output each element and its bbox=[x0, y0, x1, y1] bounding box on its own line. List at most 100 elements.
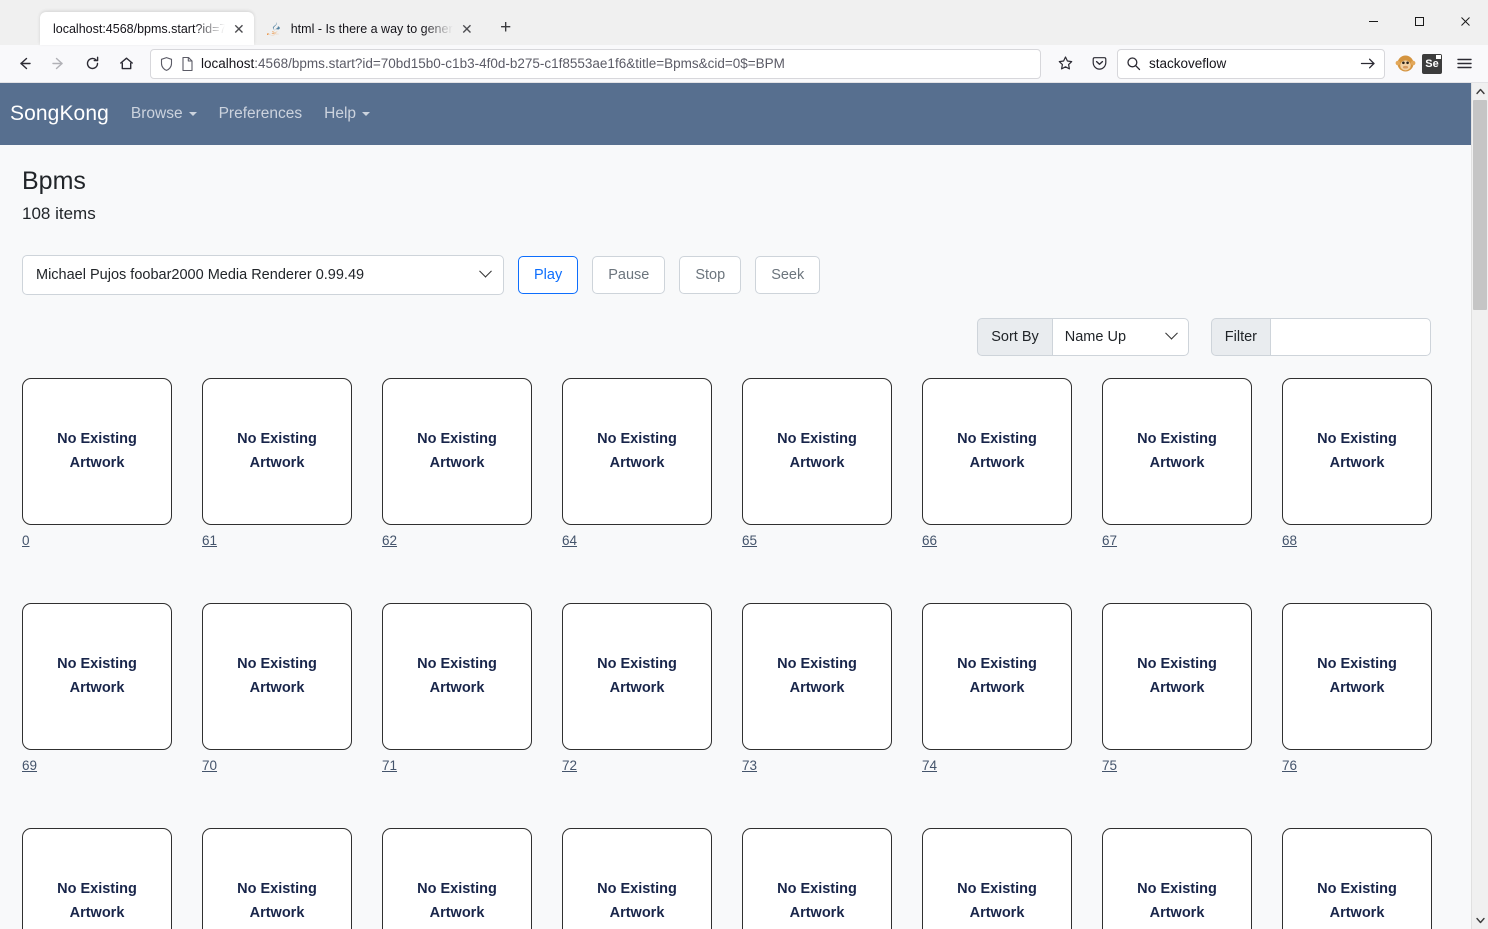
artwork-cell-link[interactable]: 66 bbox=[922, 533, 937, 548]
window-minimize-button[interactable] bbox=[1350, 0, 1396, 42]
new-tab-button[interactable]: + bbox=[490, 12, 522, 44]
url-bar[interactable]: localhost:4568/bpms.start?id=70bd15b0-c1… bbox=[150, 48, 1041, 79]
browser-tab-2[interactable]: html - Is there a way to generate ✕ bbox=[254, 12, 482, 45]
chevron-down-icon bbox=[188, 112, 197, 116]
artwork-cell-link[interactable]: 65 bbox=[742, 533, 757, 548]
artwork-placeholder[interactable]: No Existing Artwork bbox=[202, 603, 352, 750]
artwork-placeholder[interactable]: No Existing Artwork bbox=[562, 828, 712, 929]
search-go-icon[interactable] bbox=[1360, 56, 1376, 71]
renderer-select[interactable]: Michael Pujos foobar2000 Media Renderer … bbox=[22, 255, 504, 295]
back-button[interactable] bbox=[8, 48, 40, 80]
artwork-placeholder[interactable]: No Existing Artwork bbox=[742, 603, 892, 750]
artwork-cell-link[interactable]: 0 bbox=[22, 533, 30, 548]
url-text: localhost:4568/bpms.start?id=70bd15b0-c1… bbox=[201, 56, 1032, 71]
scrollbar-track[interactable] bbox=[1472, 100, 1488, 912]
app-menu-button[interactable] bbox=[1448, 48, 1480, 80]
artwork-placeholder[interactable]: No Existing Artwork bbox=[1282, 378, 1432, 525]
filter-input[interactable] bbox=[1270, 318, 1431, 356]
artwork-placeholder[interactable]: No Existing Artwork bbox=[742, 378, 892, 525]
artwork-cell-link[interactable]: 71 bbox=[382, 758, 397, 773]
browser-tab-1[interactable]: localhost:4568/bpms.start?id=70bd1 ✕ bbox=[40, 12, 254, 45]
window-close-button[interactable] bbox=[1442, 0, 1488, 42]
artwork-cell: No Existing Artwork 73 bbox=[742, 603, 892, 775]
browser-tab-2-close-icon[interactable]: ✕ bbox=[461, 22, 473, 36]
artwork-cell-link[interactable]: 75 bbox=[1102, 758, 1117, 773]
artwork-cell: No Existing Artwork 69 bbox=[22, 603, 172, 775]
artwork-cell-link[interactable]: 72 bbox=[562, 758, 577, 773]
artwork-placeholder-text: No Existing Artwork bbox=[597, 655, 677, 696]
page-scrollbar[interactable] bbox=[1471, 83, 1488, 929]
selenium-extension-label: Se bbox=[1425, 57, 1439, 70]
artwork-cell-link[interactable]: 70 bbox=[202, 758, 217, 773]
shield-icon[interactable] bbox=[159, 56, 174, 72]
monkey-icon[interactable] bbox=[1395, 53, 1416, 74]
artwork-placeholder[interactable]: No Existing Artwork bbox=[1102, 828, 1252, 929]
artwork-placeholder[interactable]: No Existing Artwork bbox=[922, 603, 1072, 750]
bookmark-star-icon[interactable] bbox=[1049, 48, 1081, 80]
artwork-placeholder[interactable]: No Existing Artwork bbox=[382, 378, 532, 525]
selenium-extension-icon[interactable]: Se bbox=[1422, 53, 1442, 74]
page-icon[interactable] bbox=[181, 56, 194, 72]
artwork-placeholder-text: No Existing Artwork bbox=[1317, 430, 1397, 471]
artwork-cell-link[interactable]: 67 bbox=[1102, 533, 1117, 548]
artwork-placeholder[interactable]: No Existing Artwork bbox=[1282, 828, 1432, 929]
artwork-placeholder[interactable]: No Existing Artwork bbox=[922, 378, 1072, 525]
nav-item-browse[interactable]: Browse bbox=[131, 105, 197, 123]
artwork-placeholder[interactable]: No Existing Artwork bbox=[202, 828, 352, 929]
artwork-cell-link[interactable]: 69 bbox=[22, 758, 37, 773]
pocket-icon[interactable] bbox=[1083, 48, 1115, 80]
extension-icons: Se bbox=[1387, 48, 1480, 80]
artwork-cell-link[interactable]: 62 bbox=[382, 533, 397, 548]
artwork-placeholder-text: No Existing Artwork bbox=[237, 880, 317, 921]
artwork-cell-link[interactable]: 64 bbox=[562, 533, 577, 548]
artwork-placeholder[interactable]: No Existing Artwork bbox=[562, 603, 712, 750]
item-count: 108 items bbox=[22, 204, 96, 223]
artwork-placeholder[interactable]: No Existing Artwork bbox=[22, 828, 172, 929]
sort-by-group: Sort By Name Up bbox=[977, 318, 1189, 356]
artwork-cell: No Existing Artwork 67 bbox=[1102, 378, 1252, 550]
window-maximize-button[interactable] bbox=[1396, 0, 1442, 42]
artwork-cell-link[interactable]: 74 bbox=[922, 758, 937, 773]
artwork-placeholder-text: No Existing Artwork bbox=[1137, 880, 1217, 921]
artwork-placeholder[interactable]: No Existing Artwork bbox=[202, 378, 352, 525]
nav-item-preferences[interactable]: Preferences bbox=[219, 105, 303, 123]
sort-by-select[interactable]: Name Up bbox=[1051, 318, 1189, 356]
nav-item-help[interactable]: Help bbox=[324, 105, 371, 123]
scroll-down-button[interactable] bbox=[1472, 912, 1488, 929]
browser-tab-1-close-icon[interactable]: ✕ bbox=[233, 22, 245, 36]
artwork-placeholder[interactable]: No Existing Artwork bbox=[742, 828, 892, 929]
artwork-cell-link[interactable]: 61 bbox=[202, 533, 217, 548]
reload-button[interactable] bbox=[76, 48, 108, 80]
artwork-placeholder[interactable]: No Existing Artwork bbox=[382, 828, 532, 929]
window-controls bbox=[1350, 0, 1488, 42]
artwork-placeholder-text: No Existing Artwork bbox=[237, 430, 317, 471]
home-button[interactable] bbox=[110, 48, 142, 80]
artwork-cell-link[interactable]: 68 bbox=[1282, 533, 1297, 548]
search-bar[interactable]: stackoveflow bbox=[1117, 48, 1385, 79]
artwork-placeholder[interactable]: No Existing Artwork bbox=[1102, 603, 1252, 750]
seek-button[interactable]: Seek bbox=[755, 256, 821, 294]
artwork-placeholder[interactable]: No Existing Artwork bbox=[22, 603, 172, 750]
artwork-placeholder[interactable]: No Existing Artwork bbox=[382, 603, 532, 750]
artwork-placeholder[interactable]: No Existing Artwork bbox=[562, 378, 712, 525]
artwork-cell-link[interactable]: 73 bbox=[742, 758, 757, 773]
pause-button[interactable]: Pause bbox=[592, 256, 666, 294]
artwork-placeholder-text: No Existing Artwork bbox=[777, 880, 857, 921]
artwork-placeholder[interactable]: No Existing Artwork bbox=[22, 378, 172, 525]
artwork-placeholder[interactable]: No Existing Artwork bbox=[922, 828, 1072, 929]
app-brand[interactable]: SongKong bbox=[10, 102, 109, 126]
nav-item-preferences-label: Preferences bbox=[218, 105, 303, 122]
artwork-placeholder-text: No Existing Artwork bbox=[57, 880, 137, 921]
artwork-placeholder[interactable]: No Existing Artwork bbox=[1102, 378, 1252, 525]
stop-button[interactable]: Stop bbox=[679, 256, 742, 294]
artwork-placeholder[interactable]: No Existing Artwork bbox=[1282, 603, 1432, 750]
scroll-up-button[interactable] bbox=[1472, 83, 1488, 100]
artwork-cell-link[interactable]: 76 bbox=[1282, 758, 1297, 773]
scrollbar-thumb[interactable] bbox=[1473, 100, 1487, 310]
artwork-placeholder-text: No Existing Artwork bbox=[1317, 880, 1397, 921]
play-button[interactable]: Play bbox=[518, 256, 579, 294]
app-navbar: SongKong Browse Preferences Help bbox=[0, 83, 1471, 145]
search-input[interactable]: stackoveflow bbox=[1149, 56, 1352, 71]
artwork-placeholder-text: No Existing Artwork bbox=[597, 880, 677, 921]
forward-button[interactable] bbox=[42, 48, 74, 80]
